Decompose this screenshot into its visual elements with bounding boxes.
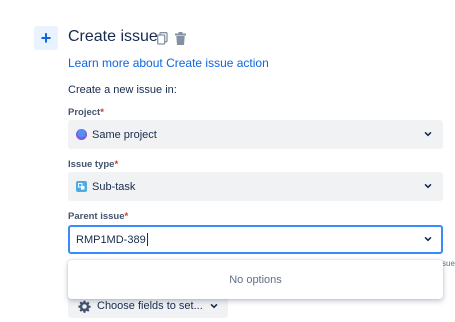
gear-icon: [78, 300, 91, 313]
project-select[interactable]: Same project: [68, 120, 443, 149]
copy-icon[interactable]: [155, 30, 169, 46]
project-label: Project*: [68, 107, 104, 118]
project-label-text: Project: [68, 107, 101, 118]
required-marker: *: [114, 159, 119, 170]
project-avatar-icon: [76, 129, 87, 140]
trash-icon[interactable]: [173, 30, 187, 46]
intro-text: Create a new issue in:: [68, 84, 177, 96]
title-actions: [155, 30, 187, 46]
parent-issue-label: Parent issue*: [68, 211, 128, 222]
text-cursor: [146, 233, 148, 246]
choose-fields-label: Choose fields to set...: [97, 300, 203, 312]
chevron-down-icon[interactable]: [423, 234, 433, 244]
page-title: Create issue: [68, 28, 158, 45]
parent-issue-dropdown: No options: [68, 260, 443, 299]
issue-type-label: Issue type*: [68, 159, 118, 170]
parent-issue-input[interactable]: RMP1MD-389: [68, 225, 443, 254]
parent-issue-label-text: Parent issue: [68, 211, 125, 222]
issue-type-select[interactable]: Sub-task: [68, 172, 443, 201]
parent-issue-value: RMP1MD-389: [76, 233, 146, 246]
chevron-down-icon: [210, 304, 218, 309]
required-marker: *: [124, 211, 129, 222]
obscured-helper-text: sue: [442, 259, 455, 268]
chevron-down-icon: [424, 184, 432, 189]
required-marker: *: [100, 107, 104, 118]
issue-type-label-text: Issue type: [68, 159, 115, 170]
chevron-down-icon: [424, 132, 432, 137]
plus-icon: +: [40, 28, 52, 48]
issue-type-value: Sub-task: [92, 180, 136, 193]
learn-more-link[interactable]: Learn more about Create issue action: [68, 56, 269, 70]
subtask-icon: [76, 181, 87, 192]
add-action-button[interactable]: +: [34, 26, 58, 50]
no-options-text: No options: [229, 273, 282, 286]
project-value: Same project: [92, 128, 157, 141]
